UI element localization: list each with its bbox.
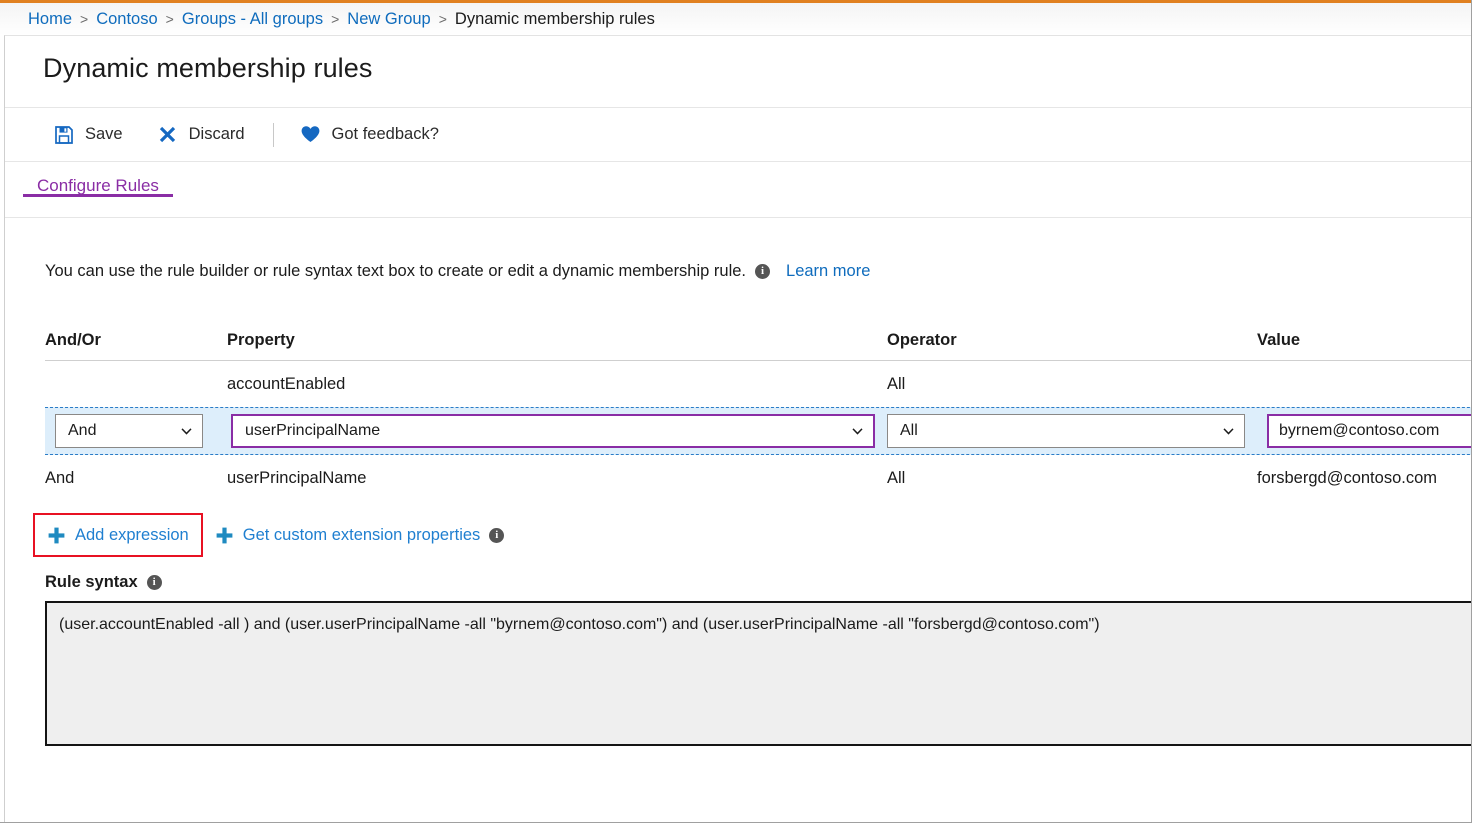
plus-icon	[215, 526, 234, 545]
rule-syntax-label: Rule syntax	[45, 573, 138, 592]
property-dropdown-value: userPrincipalName	[245, 422, 380, 440]
plus-icon	[47, 526, 66, 545]
command-bar: Save Discard Got feedback?	[5, 108, 1472, 162]
table-row-active[interactable]: And userPrincipalName	[45, 407, 1472, 455]
got-feedback-button[interactable]: Got feedback?	[288, 117, 451, 153]
breadcrumb: Home > Contoso > Groups - All groups > N…	[0, 3, 1472, 35]
rule-syntax-textarea[interactable]: (user.accountEnabled -all ) and (user.us…	[45, 601, 1472, 746]
row-operator-cell: All	[887, 414, 1257, 448]
command-bar-divider	[273, 123, 274, 147]
rule-syntax-label-row: Rule syntax i	[45, 573, 1472, 592]
row-operator: All	[887, 469, 1257, 488]
chevron-down-icon	[180, 425, 193, 438]
get-custom-extension-properties-label: Get custom extension properties	[243, 526, 481, 545]
column-header-value: Value	[1257, 331, 1472, 350]
save-label: Save	[85, 125, 123, 144]
save-button[interactable]: Save	[41, 117, 135, 153]
add-expression-label: Add expression	[75, 526, 189, 545]
breadcrumb-item-home[interactable]: Home	[28, 10, 72, 29]
operator-dropdown[interactable]: All	[887, 414, 1245, 448]
row-operator: All	[887, 375, 1257, 394]
azure-portal-blade: Home > Contoso > Groups - All groups > N…	[0, 0, 1472, 823]
operator-dropdown-value: All	[900, 422, 918, 440]
breadcrumb-separator: >	[331, 11, 339, 27]
column-header-andor: And/Or	[45, 331, 227, 350]
helper-text-row: You can use the rule builder or rule syn…	[45, 262, 1472, 281]
row-property: userPrincipalName	[227, 469, 887, 488]
row-property: accountEnabled	[227, 375, 887, 394]
page-title: Dynamic membership rules	[43, 53, 373, 84]
table-row[interactable]: And userPrincipalName All forsbergd@cont…	[45, 455, 1472, 501]
chevron-down-icon	[1222, 425, 1235, 438]
table-row[interactable]: accountEnabled All	[45, 361, 1472, 407]
heart-icon	[300, 124, 322, 146]
rule-builder-table: And/Or Property Operator Value accountEn…	[45, 321, 1472, 501]
breadcrumb-separator: >	[166, 11, 174, 27]
chevron-down-icon	[851, 425, 864, 438]
breadcrumb-item-current: Dynamic membership rules	[455, 10, 655, 29]
info-icon[interactable]: i	[489, 528, 504, 543]
breadcrumb-item-contoso[interactable]: Contoso	[96, 10, 157, 29]
row-value: forsbergd@contoso.com	[1257, 469, 1472, 488]
blade-panel: Dynamic membership rules Save	[4, 35, 1472, 823]
row-andor: And	[45, 469, 227, 488]
info-icon[interactable]: i	[147, 575, 162, 590]
tab-selected-underline	[23, 194, 173, 197]
discard-label: Discard	[189, 125, 245, 144]
andor-dropdown-value: And	[68, 422, 96, 440]
helper-text: You can use the rule builder or rule syn…	[45, 262, 746, 281]
value-input-text: byrnem@contoso.com	[1279, 422, 1439, 440]
got-feedback-label: Got feedback?	[332, 125, 439, 144]
learn-more-link[interactable]: Learn more	[786, 262, 870, 281]
breadcrumb-item-groups-all-groups[interactable]: Groups - All groups	[182, 10, 323, 29]
table-header-row: And/Or Property Operator Value	[45, 321, 1472, 361]
tab-configure-rules-label: Configure Rules	[37, 176, 159, 195]
property-dropdown[interactable]: userPrincipalName	[231, 414, 875, 448]
row-property-cell: userPrincipalName	[227, 414, 887, 448]
tab-configure-rules[interactable]: Configure Rules	[23, 162, 173, 196]
get-custom-extension-properties-button[interactable]: Get custom extension properties i	[215, 513, 505, 557]
row-andor-cell: And	[45, 414, 227, 448]
breadcrumb-item-new-group[interactable]: New Group	[347, 10, 430, 29]
info-icon[interactable]: i	[755, 264, 770, 279]
breadcrumb-separator: >	[80, 11, 88, 27]
column-header-operator: Operator	[887, 331, 1257, 350]
discard-button[interactable]: Discard	[145, 117, 257, 153]
title-zone: Dynamic membership rules	[5, 36, 1472, 108]
andor-dropdown[interactable]: And	[55, 414, 203, 448]
rule-builder-actions: Add expression Get custom extension prop…	[33, 513, 1472, 557]
save-icon	[53, 124, 75, 146]
breadcrumb-separator: >	[439, 11, 447, 27]
value-input[interactable]: byrnem@contoso.com	[1267, 414, 1472, 448]
tab-strip: Configure Rules	[5, 162, 1472, 218]
close-icon	[157, 124, 179, 146]
main-content: You can use the rule builder or rule syn…	[5, 218, 1472, 746]
row-value-cell: byrnem@contoso.com	[1257, 414, 1472, 448]
column-header-property: Property	[227, 331, 887, 350]
add-expression-button[interactable]: Add expression	[33, 513, 203, 557]
